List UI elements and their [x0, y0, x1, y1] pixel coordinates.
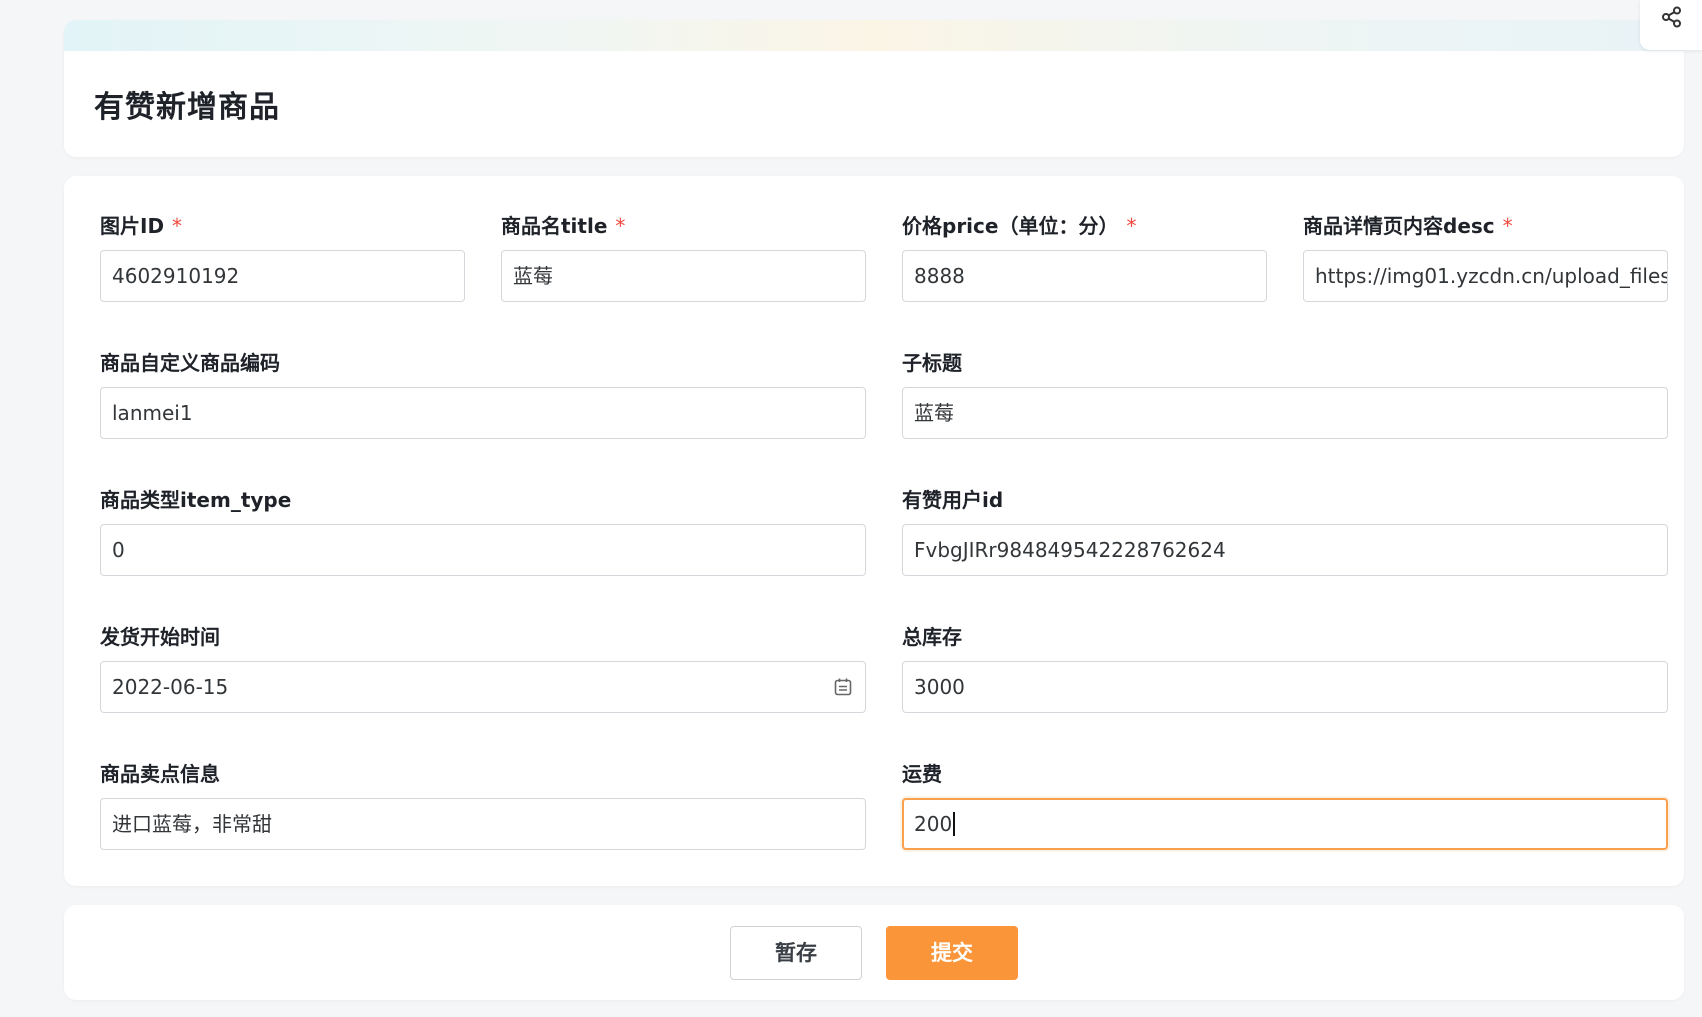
share-icon	[1662, 6, 1681, 28]
sub-title-input[interactable]: 蓝莓	[902, 387, 1668, 439]
required-mark: *	[1126, 214, 1137, 238]
postage-value: 200	[914, 812, 953, 836]
calendar-icon[interactable]	[833, 677, 853, 697]
page-title: 有赞新增商品	[94, 90, 280, 125]
field-image-id: 图片ID * 4602910192	[100, 210, 465, 305]
postage-input[interactable]: 200	[902, 798, 1668, 850]
field-item-type: 商品类型item_type 0	[100, 484, 866, 579]
form-card: 图片ID * 4602910192 商品名title * 蓝莓 价格price（单位…	[64, 176, 1684, 886]
item-type-input[interactable]: 0	[100, 524, 866, 576]
youzan-user-id-label: 有赞用户id	[902, 488, 1004, 512]
text-caret	[953, 812, 956, 836]
image-id-input[interactable]: 4602910192	[100, 250, 465, 302]
ship-start-time-value: 2022-06-15	[112, 675, 229, 699]
item-no-label: 商品自定义商品编码	[100, 351, 280, 375]
selling-point-label: 商品卖点信息	[100, 762, 220, 786]
field-sub-title: 子标题 蓝莓	[902, 347, 1668, 442]
desc-label: 商品详情页内容desc *	[1303, 214, 1513, 238]
share-button[interactable]	[1640, 0, 1702, 50]
field-ship-start-time: 发货开始时间 2022-06-15	[100, 621, 866, 716]
header-card: 有赞新增商品	[64, 20, 1684, 157]
desc-input[interactable]: https://img01.yzcdn.cn/upload_files/	[1303, 250, 1668, 302]
field-title: 商品名title * 蓝莓	[501, 210, 866, 305]
image-id-label: 图片ID *	[100, 214, 183, 238]
required-mark: *	[172, 214, 183, 238]
title-input[interactable]: 蓝莓	[501, 250, 866, 302]
submit-button[interactable]: 提交	[886, 926, 1018, 980]
field-total-stock: 总库存 3000	[902, 621, 1668, 716]
save-draft-button[interactable]: 暂存	[730, 926, 862, 980]
ship-start-time-label: 发货开始时间	[100, 625, 220, 649]
title-label: 商品名title *	[501, 214, 626, 238]
ship-start-time-input[interactable]: 2022-06-15	[100, 661, 866, 713]
total-stock-label: 总库存	[902, 625, 962, 649]
sub-title-label: 子标题	[902, 351, 962, 375]
price-input[interactable]: 8888	[902, 250, 1267, 302]
total-stock-input[interactable]: 3000	[902, 661, 1668, 713]
header-gradient	[64, 20, 1684, 51]
field-price: 价格price（单位：分） * 8888	[902, 210, 1267, 305]
required-mark: *	[615, 214, 626, 238]
required-mark: *	[1502, 214, 1513, 238]
selling-point-input[interactable]: 进口蓝莓，非常甜	[100, 798, 866, 850]
field-youzan-user-id: 有赞用户id FvbgJIRr984849542228762624	[902, 484, 1668, 579]
price-label: 价格price（单位：分） *	[902, 214, 1137, 238]
field-postage: 运费 200	[902, 758, 1668, 853]
field-desc: 商品详情页内容desc * https://img01.yzcdn.cn/uplo…	[1303, 210, 1668, 305]
youzan-user-id-input[interactable]: FvbgJIRr984849542228762624	[902, 524, 1668, 576]
field-item-no: 商品自定义商品编码 lanmei1	[100, 347, 866, 442]
item-type-label: 商品类型item_type	[100, 488, 292, 512]
item-no-input[interactable]: lanmei1	[100, 387, 866, 439]
field-selling-point: 商品卖点信息 进口蓝莓，非常甜	[100, 758, 866, 853]
actions-card: 暂存 提交	[64, 905, 1684, 1000]
postage-label: 运费	[902, 762, 942, 786]
